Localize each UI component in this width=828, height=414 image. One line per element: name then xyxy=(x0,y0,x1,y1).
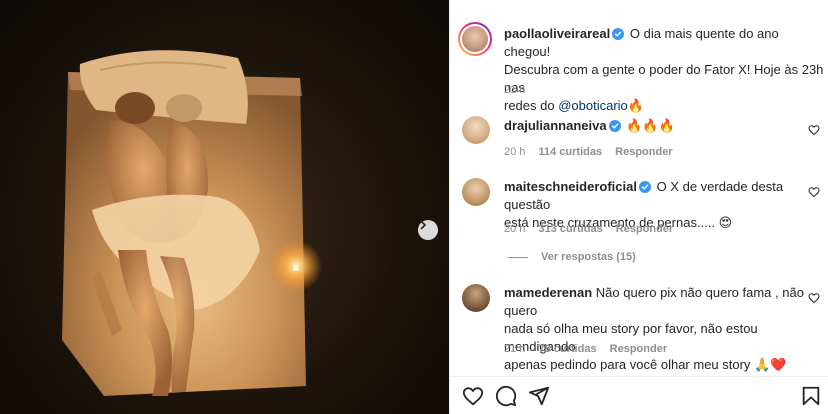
post-caption: paollaoliveirareal O dia mais quente do … xyxy=(504,25,824,115)
commenter-username[interactable]: mamederenan xyxy=(504,285,592,300)
next-photo-button[interactable] xyxy=(418,220,438,240)
verified-badge-icon xyxy=(608,120,621,132)
comment-time[interactable]: 20 h xyxy=(504,146,525,158)
caption-emoji: 🔥 xyxy=(627,98,644,113)
like-comment-icon[interactable] xyxy=(808,186,820,198)
comment-text-line-3: apenas pedindo para você olhar meu story… xyxy=(504,357,787,372)
post-photo xyxy=(0,0,449,414)
heart-icon[interactable] xyxy=(462,385,484,407)
bookmark-icon[interactable] xyxy=(800,385,822,407)
comment-text: 🔥🔥🔥 xyxy=(626,118,675,133)
reply-button[interactable]: Responder xyxy=(616,223,673,235)
post-time[interactable]: 21 h xyxy=(504,84,525,96)
commenter-avatar[interactable] xyxy=(462,178,490,206)
comment-1: drajuliannaneiva 🔥🔥🔥 xyxy=(504,117,675,135)
instagram-post-view: paollaoliveirareal O dia mais quente do … xyxy=(0,0,828,414)
commenter-avatar[interactable] xyxy=(462,116,490,144)
commenter-username[interactable]: drajuliannaneiva xyxy=(504,118,607,133)
chevron-right-icon xyxy=(420,220,426,230)
reply-button[interactable]: Responder xyxy=(610,343,667,355)
comment-meta: 20 h 313 curtidas Responder xyxy=(504,223,673,235)
comment-meta: 21 h 78 curtidas Responder xyxy=(504,343,667,355)
author-username[interactable]: paollaoliveirareal xyxy=(504,26,610,41)
comment-likes[interactable]: 313 curtidas xyxy=(538,223,602,235)
comment-likes[interactable]: 78 curtidas xyxy=(538,343,596,355)
verified-badge-icon xyxy=(612,28,625,40)
commenter-username[interactable]: maiteschneideroficial xyxy=(504,179,637,194)
verified-badge-icon xyxy=(638,181,651,193)
caption-line-2: Descubra com a gente o poder do Fator X!… xyxy=(504,62,824,95)
like-comment-icon[interactable] xyxy=(808,124,820,136)
comment-icon[interactable] xyxy=(495,385,517,407)
comment-likes[interactable]: 114 curtidas xyxy=(538,146,602,158)
reply-button[interactable]: Responder xyxy=(615,146,672,158)
mention-link[interactable]: @oboticario xyxy=(558,98,628,113)
share-icon[interactable] xyxy=(528,385,550,407)
author-avatar[interactable] xyxy=(458,22,492,56)
view-replies-button[interactable]: Ver respostas (15) xyxy=(541,251,636,263)
comment-time[interactable]: 21 h xyxy=(504,343,525,355)
commenter-avatar[interactable] xyxy=(462,284,490,312)
comment-time[interactable]: 20 h xyxy=(504,223,525,235)
comment-meta: 20 h 114 curtidas Responder xyxy=(504,146,673,158)
replies-divider xyxy=(508,257,528,258)
like-comment-icon[interactable] xyxy=(808,292,820,304)
comment-3: mamederenan Não quero pix não quero fama… xyxy=(504,284,814,374)
bed-scene-image xyxy=(62,50,322,396)
caption-line-3: redes do xyxy=(504,98,559,113)
